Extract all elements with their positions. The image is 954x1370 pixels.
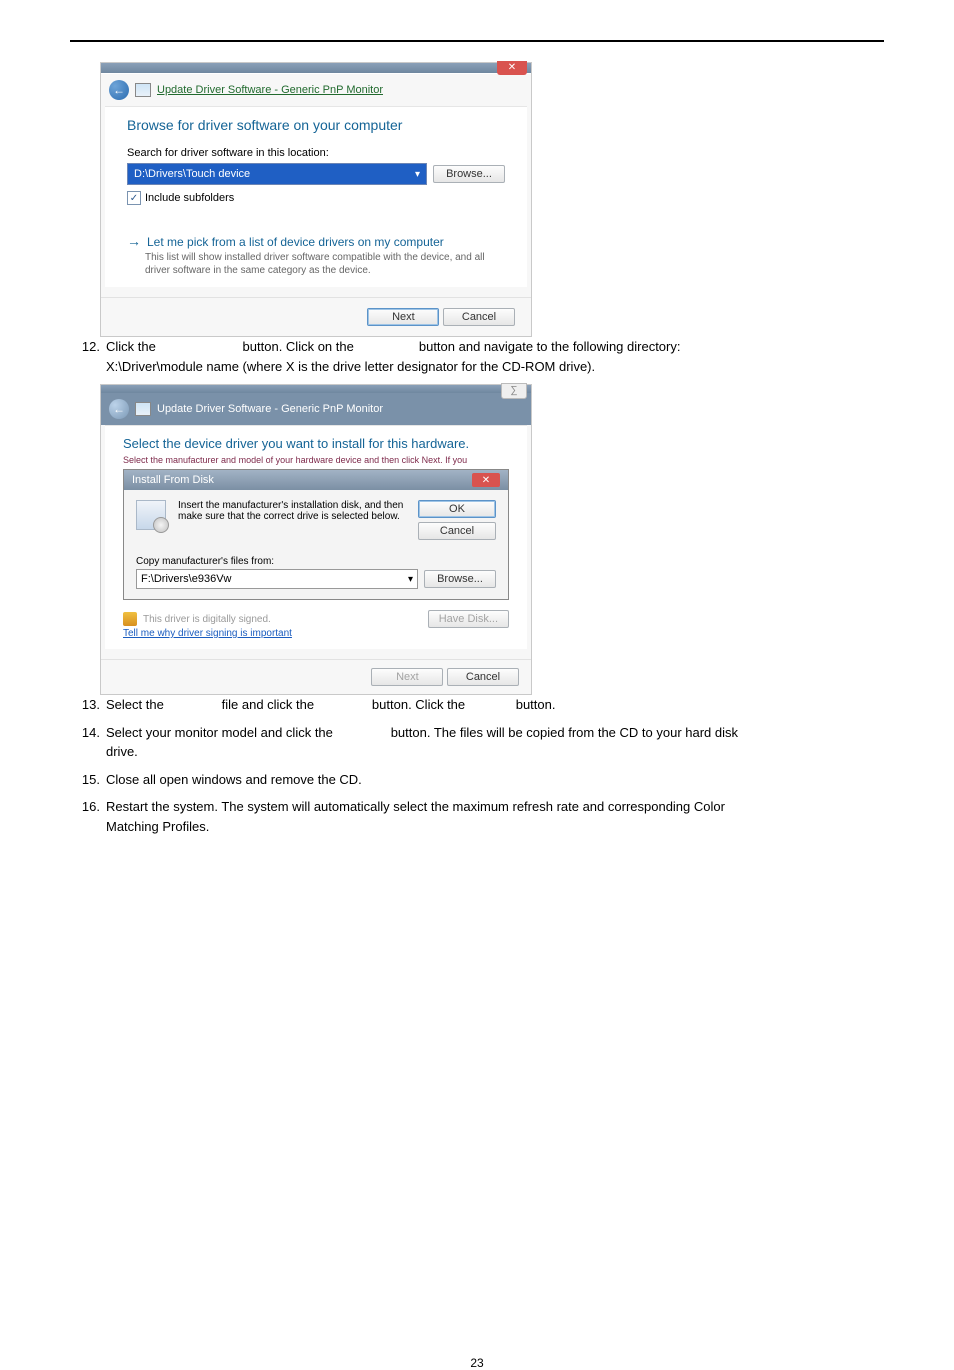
- copy-label: Copy manufacturer's files from:: [136, 556, 496, 567]
- step-number: 14.: [70, 723, 106, 762]
- dialog-title: Update Driver Software - Generic PnP Mon…: [157, 403, 383, 415]
- signing-important-link[interactable]: Tell me why driver signing is important: [123, 628, 509, 639]
- cancel-button[interactable]: Cancel: [447, 668, 519, 686]
- option-subtext: This list will show installed driver sof…: [145, 251, 505, 277]
- arrow-right-icon: →: [127, 233, 147, 249]
- step-number: 16.: [70, 797, 106, 836]
- install-text: Insert the manufacturer's installation d…: [178, 500, 406, 522]
- sig-icon[interactable]: ∑: [501, 383, 527, 399]
- browse-button[interactable]: Browse...: [433, 165, 505, 183]
- path-value: D:\Drivers\Touch device: [134, 168, 250, 180]
- browse-button[interactable]: Browse...: [424, 570, 496, 588]
- step-text: Close all open windows and remove the CD…: [106, 770, 884, 790]
- page-number: 23: [70, 1356, 884, 1370]
- cancel-button[interactable]: Cancel: [418, 522, 496, 540]
- back-icon[interactable]: ←: [109, 399, 129, 419]
- step-text: Select your monitor model and click the …: [106, 723, 884, 762]
- step-number: 15.: [70, 770, 106, 790]
- copy-path-input[interactable]: F:\Drivers\e936Vw ▾: [136, 569, 418, 589]
- copy-path-value: F:\Drivers\e936Vw: [141, 573, 231, 585]
- dialog-title: Update Driver Software - Generic PnP Mon…: [157, 84, 383, 96]
- include-subfolders-label: Include subfolders: [145, 192, 234, 204]
- step-number: 12.: [70, 337, 106, 376]
- step-number: 13.: [70, 695, 106, 715]
- dialog-install-from-disk: ∑ ← Update Driver Software - Generic PnP…: [100, 384, 532, 695]
- chevron-down-icon[interactable]: ▾: [409, 169, 420, 180]
- back-icon[interactable]: ←: [109, 80, 129, 100]
- disk-icon: [136, 500, 166, 530]
- step-text: Restart the system. The system will auto…: [106, 797, 884, 836]
- next-button[interactable]: Next: [367, 308, 439, 326]
- monitor-icon: [135, 402, 151, 416]
- next-button[interactable]: Next: [371, 668, 443, 686]
- step-text: Click the button. Click on the button an…: [106, 337, 884, 376]
- dialog-browse-driver: ✕ ← Update Driver Software - Generic PnP…: [100, 62, 532, 337]
- shield-icon: [123, 612, 137, 626]
- have-disk-button[interactable]: Have Disk...: [428, 610, 509, 628]
- include-subfolders-checkbox[interactable]: ✓: [127, 191, 141, 205]
- horizontal-rule: [70, 40, 884, 42]
- close-icon[interactable]: ✕: [497, 61, 527, 75]
- search-label: Search for driver software in this locat…: [127, 147, 505, 159]
- dialog-heading: Browse for driver software on your compu…: [127, 117, 505, 133]
- cancel-button[interactable]: Cancel: [443, 308, 515, 326]
- install-title: Install From Disk: [132, 474, 214, 486]
- close-icon[interactable]: ✕: [472, 473, 500, 487]
- dialog-heading: Select the device driver you want to ins…: [123, 436, 509, 451]
- path-input[interactable]: D:\Drivers\Touch device ▾: [127, 163, 427, 185]
- monitor-icon: [135, 83, 151, 97]
- step-text: Select the file and click the button. Cl…: [106, 695, 884, 715]
- cut-label: Select the manufacturer and model of you…: [123, 455, 509, 465]
- chevron-down-icon[interactable]: ▾: [408, 574, 413, 585]
- signature-text: This driver is digitally signed.: [143, 614, 271, 625]
- pick-from-list-link[interactable]: Let me pick from a list of device driver…: [147, 235, 444, 249]
- ok-button[interactable]: OK: [418, 500, 496, 518]
